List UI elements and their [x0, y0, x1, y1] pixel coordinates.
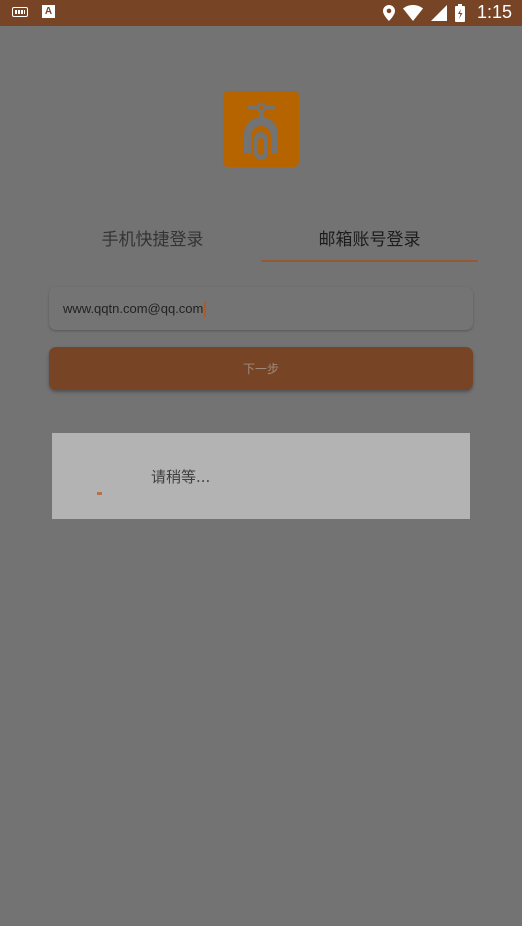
a-notification-icon: A: [42, 5, 55, 18]
keyboard-icon: [12, 6, 28, 17]
status-time: 1:15: [476, 2, 512, 22]
email-input[interactable]: www.qqtn.com@qq.com: [49, 287, 473, 330]
next-step-label: 下一步: [242, 362, 279, 376]
email-input-value: www.qqtn.com@qq.com: [63, 301, 204, 316]
scooter-icon: [244, 102, 278, 160]
login-tabs: 手机快捷登录 邮箱账号登录: [44, 212, 478, 264]
loading-message: 请稍等...: [151, 468, 211, 486]
status-bar-left: A: [12, 5, 55, 18]
loading-dialog: 请稍等...: [52, 433, 470, 519]
wifi-icon: [402, 4, 423, 21]
text-cursor: [204, 300, 206, 317]
next-step-button[interactable]: 下一步: [49, 347, 473, 390]
loading-spinner-icon: [97, 492, 102, 495]
tab-phone-login[interactable]: 手机快捷登录: [44, 212, 261, 262]
battery-icon: [454, 3, 465, 22]
status-bar: A 1:15: [0, 0, 522, 26]
signal-icon: [430, 4, 447, 21]
location-icon: [382, 4, 395, 21]
status-bar-right: 1:15: [382, 2, 512, 23]
tab-email-login[interactable]: 邮箱账号登录: [261, 212, 478, 262]
app-logo: [223, 91, 299, 167]
selected-tab-indicator: [261, 260, 478, 262]
